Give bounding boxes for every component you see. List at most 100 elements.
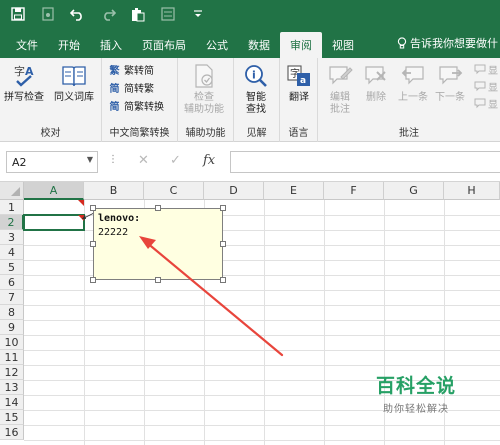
thesaurus-label: 同义词库 xyxy=(54,92,94,103)
watermark: 百科全说 助你轻松解决 xyxy=(376,371,456,415)
gridline xyxy=(24,425,500,426)
show-hide-comment-button[interactable]: 显 xyxy=(474,62,498,77)
smart-lookup-button[interactable]: i 智能 查找 xyxy=(242,62,270,116)
form-icon[interactable] xyxy=(160,6,176,22)
comment-icon xyxy=(474,64,486,75)
gridline xyxy=(24,335,500,336)
watermark-subtitle: 助你轻松解决 xyxy=(382,404,449,415)
tab-view[interactable]: 视图 xyxy=(322,32,364,58)
delete-comment-button[interactable]: 删除 xyxy=(362,62,390,104)
row-header-1[interactable]: 1 xyxy=(0,200,24,215)
previous-comment-button[interactable]: 上一条 xyxy=(398,62,428,104)
touch-mode-icon[interactable] xyxy=(40,6,56,22)
paste-icon[interactable] xyxy=(130,6,146,22)
column-header-e[interactable]: E xyxy=(264,182,324,200)
redo-icon[interactable] xyxy=(100,6,116,22)
to-simplified-label: 繁转简 xyxy=(124,66,154,77)
column-header-c[interactable]: C xyxy=(144,182,204,200)
row-header-3[interactable]: 3 xyxy=(0,230,24,245)
undo-icon[interactable] xyxy=(70,6,86,22)
to-traditional-button[interactable]: 简 简转繁 xyxy=(108,80,155,95)
tab-page-layout[interactable]: 页面布局 xyxy=(132,32,196,58)
edit-comment-button[interactable]: 编辑 批注 xyxy=(326,62,354,116)
column-header-f[interactable]: F xyxy=(324,182,384,200)
translate-button[interactable]: 字a 翻译 xyxy=(285,62,313,104)
cancel-icon[interactable]: ✕ xyxy=(138,153,149,168)
resize-handle[interactable] xyxy=(90,241,96,247)
check-accessibility-button[interactable]: 检查 辅助功能 xyxy=(184,62,224,116)
column-header-d[interactable]: D xyxy=(204,182,264,200)
check-accessibility-line1: 检查 xyxy=(194,92,214,103)
lightbulb-icon xyxy=(397,37,407,49)
next-comment-icon xyxy=(436,62,464,90)
tell-me-text: 告诉我你想要做什 xyxy=(410,37,498,50)
row-header-10[interactable]: 10 xyxy=(0,335,24,350)
row-header-9[interactable]: 9 xyxy=(0,320,24,335)
resize-handle[interactable] xyxy=(220,205,226,211)
row-header-6[interactable]: 6 xyxy=(0,275,24,290)
tab-home[interactable]: 开始 xyxy=(48,32,90,58)
formula-bar: A2 ▼ ⋮ ✕ ✓ fx xyxy=(0,142,500,182)
show-ink-button[interactable]: 显 xyxy=(474,96,498,111)
row-header-14[interactable]: 14 xyxy=(0,395,24,410)
row-header-7[interactable]: 7 xyxy=(0,290,24,305)
row-header-8[interactable]: 8 xyxy=(0,305,24,320)
name-box[interactable]: A2 ▼ xyxy=(6,151,98,173)
gridline xyxy=(24,305,500,306)
row-header-12[interactable]: 12 xyxy=(0,365,24,380)
show-all-comments-button[interactable]: 显 xyxy=(474,79,498,94)
formula-input[interactable] xyxy=(230,151,500,173)
edit-comment-line1: 编辑 xyxy=(330,92,350,103)
row-header-16[interactable]: 16 xyxy=(0,425,24,440)
delete-comment-icon xyxy=(362,62,390,90)
more-icon[interactable]: ⋮ xyxy=(108,154,118,165)
group-proofing: 字A 拼写检查 同义词库 校对 xyxy=(0,58,102,142)
chevron-down-icon[interactable]: ▼ xyxy=(87,155,93,164)
gridline xyxy=(24,320,500,321)
resize-handle[interactable] xyxy=(90,205,96,211)
group-chinese-conversion: 繁 繁转简 简 简转繁 简 简繁转换 中文简繁转换 xyxy=(102,58,178,142)
previous-comment-label: 上一条 xyxy=(398,92,428,103)
gridline xyxy=(24,350,500,351)
select-all-button[interactable] xyxy=(0,182,24,200)
row-header-2[interactable]: 2 xyxy=(0,215,24,230)
tell-me-box[interactable]: 告诉我你想要做什 xyxy=(397,35,498,51)
spell-check-button[interactable]: 字A 拼写检查 xyxy=(4,62,44,104)
column-header-a[interactable]: A xyxy=(24,182,84,200)
translate-icon: 字a xyxy=(285,62,313,90)
spreadsheet-grid[interactable]: A B C D E F G H 1 2 3 4 5 6 7 8 9 10 11 … xyxy=(0,182,500,445)
customize-qat-icon[interactable] xyxy=(190,6,206,22)
column-header-g[interactable]: G xyxy=(384,182,444,200)
resize-handle[interactable] xyxy=(220,241,226,247)
row-header-13[interactable]: 13 xyxy=(0,380,24,395)
insert-function-icon[interactable]: fx xyxy=(203,153,215,168)
resize-handle[interactable] xyxy=(220,277,226,283)
save-icon[interactable] xyxy=(10,6,26,22)
enter-icon[interactable]: ✓ xyxy=(170,153,181,168)
row-header-15[interactable]: 15 xyxy=(0,410,24,425)
cell-comment[interactable]: lenovo: 22222 xyxy=(93,208,223,280)
tab-review[interactable]: 审阅 xyxy=(280,32,322,58)
convert-button[interactable]: 简 简繁转换 xyxy=(108,98,165,113)
selected-cell-a2[interactable] xyxy=(23,214,85,231)
resize-handle[interactable] xyxy=(90,277,96,283)
thesaurus-button[interactable]: 同义词库 xyxy=(54,62,94,104)
row-header-11[interactable]: 11 xyxy=(0,350,24,365)
comment-author: lenovo: xyxy=(98,213,141,224)
tab-formulas[interactable]: 公式 xyxy=(196,32,238,58)
row-header-5[interactable]: 5 xyxy=(0,260,24,275)
column-header-b[interactable]: B xyxy=(84,182,144,200)
comment-text: 22222 xyxy=(98,227,129,238)
tab-data[interactable]: 数据 xyxy=(238,32,280,58)
resize-handle[interactable] xyxy=(155,205,161,211)
to-simplified-button[interactable]: 繁 繁转简 xyxy=(108,62,155,77)
next-comment-button[interactable]: 下一条 xyxy=(435,62,465,104)
tab-file[interactable]: 文件 xyxy=(6,32,48,58)
simplified-icon: 繁 xyxy=(109,66,120,77)
resize-handle[interactable] xyxy=(155,277,161,283)
tab-insert[interactable]: 插入 xyxy=(90,32,132,58)
row-header-4[interactable]: 4 xyxy=(0,245,24,260)
group-label-language: 语言 xyxy=(288,128,309,139)
column-header-h[interactable]: H xyxy=(444,182,500,200)
gridline xyxy=(84,200,85,445)
